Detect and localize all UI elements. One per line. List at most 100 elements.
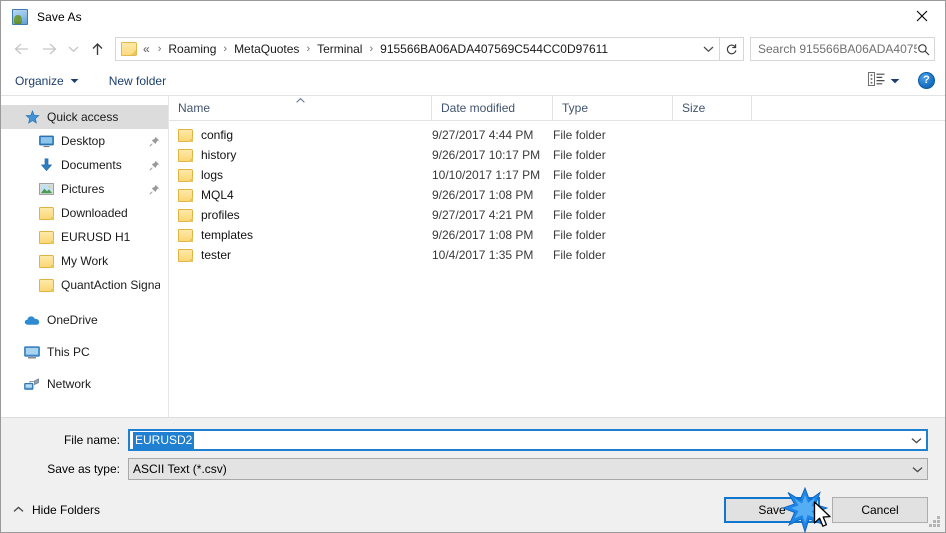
folder-icon (37, 277, 55, 293)
star-icon (23, 109, 41, 125)
sidebar-item-my-work[interactable]: My Work (1, 249, 168, 273)
organize-button[interactable]: Organize (15, 69, 90, 93)
recent-locations-chevron-icon[interactable] (63, 35, 83, 63)
sidebar-item-label: This PC (47, 345, 90, 359)
breadcrumb-item-2[interactable]: Terminal (316, 42, 363, 56)
folder-icon (178, 228, 193, 242)
file-name-label: logs (201, 168, 224, 182)
save-form: File name: EURUSD2 Save as type: ASCII T… (1, 418, 945, 487)
sidebar-item-downloaded[interactable]: Downloaded (1, 201, 168, 225)
pictures-icon (37, 181, 55, 197)
column-header-type[interactable]: Type (553, 96, 673, 120)
sidebar-item-onedrive[interactable]: OneDrive (1, 308, 168, 332)
sidebar-item-label: Pictures (61, 182, 105, 196)
resize-grip-icon[interactable] (928, 515, 941, 528)
breadcrumb-item-3[interactable]: 915566BA06ADA407569C544CC0D97611 (379, 42, 609, 56)
chevron-down-icon[interactable] (907, 437, 926, 444)
table-row[interactable]: MQL4 9/26/2017 1:08 PM File folder (169, 185, 945, 205)
organize-label: Organize (15, 73, 64, 88)
close-icon[interactable] (899, 1, 945, 31)
save-as-type-value: ASCII Text (*.csv) (133, 462, 227, 476)
sidebar-item-quick-access[interactable]: Quick access (1, 105, 168, 129)
address-dropdown-icon[interactable] (697, 45, 719, 53)
breadcrumb-overflow[interactable]: « (143, 42, 152, 56)
save-as-type-label: Save as type: (47, 462, 120, 476)
dialog-footer: Hide Folders Save Cancel (1, 487, 945, 532)
refresh-icon[interactable] (720, 37, 744, 61)
file-name-label: profiles (201, 208, 240, 222)
table-row[interactable]: tester 10/4/2017 1:35 PM File folder (169, 245, 945, 265)
cancel-button[interactable]: Cancel (832, 496, 928, 523)
file-name-label: File name: (63, 433, 120, 447)
pin-icon[interactable] (149, 184, 160, 195)
view-layout-icon (868, 72, 885, 89)
column-header-date-modified[interactable]: Date modified (432, 96, 553, 120)
file-name-cell: tester (169, 248, 432, 262)
column-header-label: Date modified (441, 101, 516, 115)
file-date-cell: 9/26/2017 1:08 PM (432, 228, 534, 242)
new-folder-button[interactable]: New folder (90, 69, 177, 93)
up-arrow-icon[interactable] (83, 35, 111, 63)
file-date-cell: 9/26/2017 1:08 PM (432, 188, 534, 202)
column-header-label: Size (682, 101, 706, 115)
breadcrumb-items: « › Roaming › MetaQuotes › Terminal › 91… (143, 42, 697, 56)
file-type-cell: File folder (553, 148, 606, 162)
help-icon[interactable]: ? (918, 72, 935, 89)
dialog-body: Quick access Desktop Documents Pictures … (1, 96, 945, 418)
sidebar-item-label: QuantAction Signal (61, 278, 160, 292)
table-row[interactable]: profiles 9/27/2017 4:21 PM File folder (169, 205, 945, 225)
file-name-label: MQL4 (201, 188, 234, 202)
save-button[interactable]: Save (724, 496, 820, 523)
breadcrumb-separator: › (157, 43, 162, 55)
sidebar-item-quantaction-signal[interactable]: QuantAction Signal (1, 273, 168, 297)
back-arrow-icon[interactable] (7, 35, 35, 63)
network-icon (23, 376, 41, 392)
breadcrumb-item-1[interactable]: MetaQuotes (233, 42, 300, 56)
table-row[interactable]: config 9/27/2017 4:44 PM File folder (169, 125, 945, 145)
file-type-row: Save as type: ASCII Text (*.csv) (18, 458, 928, 480)
chevron-down-icon[interactable] (908, 466, 927, 473)
search-input[interactable]: Search 915566BA06ADA40756... (750, 37, 935, 61)
save-as-type-select[interactable]: ASCII Text (*.csv) (128, 458, 928, 480)
column-header-size[interactable]: Size (673, 96, 752, 120)
file-date-cell: 9/27/2017 4:44 PM (432, 128, 534, 142)
folder-icon (178, 128, 193, 142)
sidebar-item-this-pc[interactable]: This PC (1, 340, 168, 364)
table-row[interactable]: logs 10/10/2017 1:17 PM File folder (169, 165, 945, 185)
pin-icon[interactable] (149, 136, 160, 147)
view-options-button[interactable] (868, 72, 904, 89)
column-header-label: Type (562, 101, 589, 115)
breadcrumb-item-0[interactable]: Roaming (167, 42, 217, 56)
table-row[interactable]: templates 9/26/2017 1:08 PM File folder (169, 225, 945, 245)
sidebar-item-eurusd-h1[interactable]: EURUSD H1 (1, 225, 168, 249)
sidebar-item-label: Documents (61, 158, 122, 172)
hide-folders-button[interactable]: Hide Folders (13, 503, 100, 517)
save-as-dialog: Save As « › Roaming › MetaQuotes › Termi… (0, 0, 946, 533)
file-name-input[interactable]: EURUSD2 (128, 429, 928, 451)
sidebar-item-pictures[interactable]: Pictures (1, 177, 168, 201)
table-row[interactable]: history 9/26/2017 10:17 PM File folder (169, 145, 945, 165)
sidebar-item-documents[interactable]: Documents (1, 153, 168, 177)
file-name-cell: config (169, 128, 432, 142)
file-type-cell: File folder (553, 168, 606, 182)
sidebar-item-label: My Work (61, 254, 109, 268)
file-name-cell: logs (169, 168, 432, 182)
forward-arrow-icon[interactable] (35, 35, 63, 63)
folder-icon (37, 229, 55, 245)
pin-icon[interactable] (149, 160, 160, 171)
file-list-pane: Name Date modified Type Size config 9/27… (169, 96, 945, 417)
new-folder-label: New folder (108, 73, 167, 88)
column-header-name[interactable]: Name (169, 96, 432, 120)
sidebar-item-label: Network (47, 377, 92, 391)
sidebar-item-network[interactable]: Network (1, 372, 168, 396)
search-icon (917, 43, 930, 56)
file-name-cell: MQL4 (169, 188, 432, 202)
sidebar-item-desktop[interactable]: Desktop (1, 129, 168, 153)
column-headers: Name Date modified Type Size (169, 96, 945, 121)
breadcrumb[interactable]: « › Roaming › MetaQuotes › Terminal › 91… (115, 37, 720, 61)
sidebar-item-label: Desktop (61, 134, 106, 148)
breadcrumb-separator: › (223, 43, 228, 55)
folder-icon (178, 208, 193, 222)
chevron-down-icon (70, 78, 79, 84)
chevron-up-icon (13, 506, 24, 513)
